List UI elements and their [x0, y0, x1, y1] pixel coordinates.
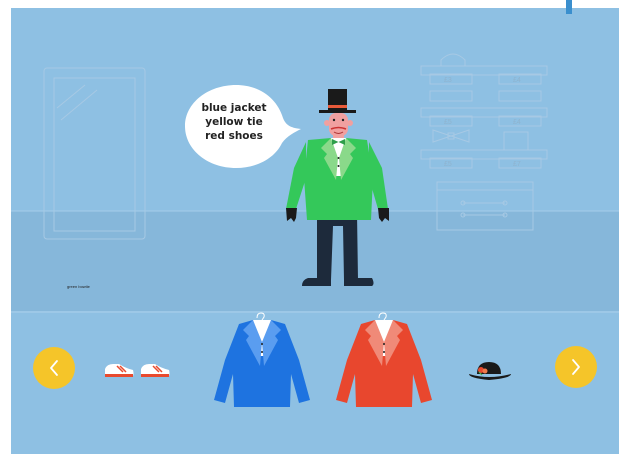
- speech-line: blue jacket: [201, 102, 267, 114]
- shelf-unit: [420, 53, 548, 231]
- previous-button[interactable]: [33, 347, 75, 389]
- floor-label: green bowtie: [67, 284, 90, 289]
- corner-tab: [566, 0, 572, 14]
- chevron-left-icon: [50, 360, 58, 376]
- speech-line: yellow tie: [205, 116, 263, 128]
- bowler-hat-item[interactable]: [467, 358, 515, 382]
- price-label: £7: [513, 161, 521, 168]
- price-label: £3: [444, 77, 452, 84]
- price-label: £4: [513, 77, 521, 84]
- chevron-right-icon: [572, 359, 580, 375]
- price-label: £4: [513, 119, 521, 126]
- speech-line: red shoes: [205, 130, 263, 142]
- next-button[interactable]: [555, 346, 597, 388]
- red-jacket-item[interactable]: [331, 304, 437, 408]
- game-scene: £3 £4 £5 £4 £5 £7 blue jacket yellow tie…: [11, 8, 619, 454]
- shoe-icon: [141, 364, 170, 377]
- speech-text: blue jacket yellow tie red shoes: [185, 101, 283, 143]
- price-label: £5: [444, 119, 452, 126]
- store-background: £3 £4 £5 £4 £5 £7: [11, 53, 619, 313]
- bowler-hat-icon: [469, 362, 511, 380]
- shoe-icon: [105, 364, 134, 377]
- shoes-item[interactable]: [101, 358, 173, 380]
- price-label: £5: [444, 161, 452, 168]
- blue-jacket-item[interactable]: [209, 304, 315, 408]
